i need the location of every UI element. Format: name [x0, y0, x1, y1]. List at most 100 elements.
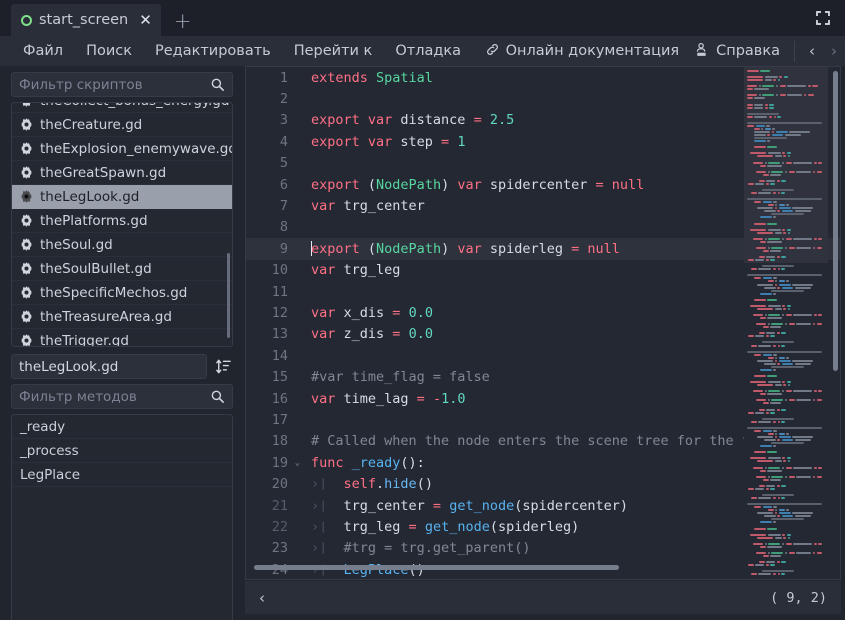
- code-token: #trg = trg.get_parent(): [344, 540, 531, 556]
- help-button[interactable]: Справка: [687, 39, 788, 64]
- method-list-item[interactable]: _process: [12, 439, 232, 463]
- minimap-token: [758, 345, 771, 347]
- code-minimap[interactable]: [744, 67, 828, 579]
- minimap-token: [766, 412, 769, 414]
- minimap-token: [779, 207, 791, 209]
- method-list-item[interactable]: LegPlace: [12, 463, 232, 487]
- menu-file[interactable]: Файл: [13, 40, 73, 62]
- script-list-item[interactable]: theTreasureArea.gd: [12, 305, 232, 329]
- minimap-token: [781, 180, 785, 182]
- script-list-item[interactable]: theGreatSpawn.gd: [12, 161, 232, 185]
- minimap-token: [771, 247, 783, 249]
- minimap-token: [782, 210, 794, 212]
- fullscreen-icon[interactable]: [815, 10, 831, 26]
- tab-start-screen[interactable]: start_screen ✕: [11, 4, 161, 36]
- minimap-token: [770, 564, 774, 566]
- script-list-item[interactable]: theSpecificMechos.gd: [12, 281, 232, 305]
- search-icon[interactable]: [210, 389, 225, 404]
- scripts-sidebar: theCollect_bonus_energy.gdtheCreature.gd…: [0, 66, 241, 620]
- minimap-token: [754, 299, 766, 301]
- minimap-token: [771, 366, 804, 368]
- current-script-field[interactable]: [11, 354, 207, 379]
- code-editor[interactable]: 1extends Spatial23export var distance = …: [245, 66, 841, 580]
- minimap-token: [756, 247, 766, 249]
- code-token: =: [392, 305, 408, 321]
- minimap-token: [763, 201, 772, 203]
- method-filter-input[interactable]: [19, 389, 210, 405]
- script-filter-input[interactable]: [19, 77, 210, 93]
- script-list-item[interactable]: theExplosion_enemywave.gd: [12, 137, 232, 161]
- line-number: 3: [246, 112, 292, 128]
- minimap-token: [759, 180, 765, 182]
- minimap-token: [762, 189, 794, 191]
- minimap-token: [787, 305, 791, 307]
- method-filter-field[interactable]: [11, 384, 233, 409]
- nav-back-icon[interactable]: ‹: [259, 589, 265, 607]
- line-number: 23: [246, 540, 292, 556]
- menu-debug[interactable]: Отладка: [385, 40, 471, 62]
- minimap-token: [781, 409, 785, 411]
- minimap-token: [755, 412, 764, 414]
- menu-search[interactable]: Поиск: [76, 40, 142, 62]
- code-token: var: [311, 198, 344, 214]
- editor-horizontal-scrollbar[interactable]: [254, 565, 619, 570]
- minimap-token: [770, 250, 780, 252]
- code-token: (spidercenter): [514, 498, 628, 514]
- method-list-item[interactable]: _ready: [12, 415, 232, 439]
- minimap-token: [777, 515, 780, 517]
- minimap-token: [754, 137, 787, 139]
- minimap-token: [765, 238, 767, 240]
- minimap-token: [755, 183, 764, 185]
- script-item-label: thePlatforms.gd: [40, 213, 148, 229]
- minimap-token: [765, 314, 767, 316]
- script-list-item[interactable]: theLegLook.gd: [12, 185, 232, 209]
- nav-next-icon[interactable]: ›: [823, 42, 845, 60]
- code-text: var x_dis = 0.0: [303, 305, 433, 321]
- minimap-token: [793, 314, 812, 316]
- current-script-input[interactable]: [19, 359, 199, 375]
- script-list-item[interactable]: theCollect_bonus_energy.gd: [12, 102, 232, 113]
- minimap-token: [747, 107, 753, 109]
- minimap-token: [765, 162, 767, 164]
- code-text: export var step = 1: [303, 134, 465, 150]
- script-list-item[interactable]: thePlatforms.gd: [12, 209, 232, 233]
- minimap-token: [763, 402, 769, 404]
- add-tab-icon[interactable]: +: [174, 11, 192, 32]
- editor-vertical-scrollbar[interactable]: [833, 71, 838, 371]
- menu-edit[interactable]: Редактировать: [145, 40, 281, 62]
- editor-status-bar: ‹ ( 9, 2): [245, 581, 841, 614]
- menu-goto[interactable]: Перейти к: [284, 40, 383, 62]
- method-list[interactable]: _ready_processLegPlace: [11, 414, 233, 620]
- search-icon[interactable]: [210, 77, 225, 92]
- minimap-token: [747, 125, 754, 127]
- minimap-token: [796, 552, 811, 554]
- code-token: null: [587, 241, 620, 257]
- script-list-item[interactable]: theTrigger.gd: [12, 329, 232, 347]
- minimap-token: [789, 323, 795, 325]
- script-list[interactable]: theCollect_bonus_energy.gdtheCreature.gd…: [11, 102, 233, 347]
- minimap-token: [785, 476, 788, 478]
- minimap-token: [778, 268, 780, 270]
- fold-toggle-icon[interactable]: ⌄: [292, 458, 303, 468]
- minimap-token: [768, 247, 770, 249]
- script-list-item[interactable]: theCreature.gd: [12, 113, 232, 137]
- minimap-token: [814, 162, 817, 164]
- nav-prev-icon[interactable]: ‹: [801, 42, 823, 60]
- script-filter-field[interactable]: [11, 72, 233, 97]
- minimap-token: [754, 430, 761, 432]
- sort-icon[interactable]: [214, 357, 233, 376]
- minimap-token: [747, 113, 779, 115]
- minimap-token: [779, 512, 791, 514]
- minimap-token: [768, 171, 770, 173]
- close-icon[interactable]: ✕: [139, 13, 152, 28]
- script-list-scrollbar[interactable]: [227, 253, 230, 338]
- script-list-item[interactable]: theSoulBullet.gd: [12, 257, 232, 281]
- minimap-token: [754, 528, 766, 530]
- script-list-item[interactable]: theSoul.gd: [12, 233, 232, 257]
- online-docs-button[interactable]: Онлайн документация: [477, 39, 687, 64]
- code-token: =: [474, 112, 490, 128]
- minimap-token: [777, 439, 780, 441]
- minimap-token: [755, 564, 764, 566]
- minimap-token: [795, 439, 811, 441]
- minimap-token: [750, 229, 766, 231]
